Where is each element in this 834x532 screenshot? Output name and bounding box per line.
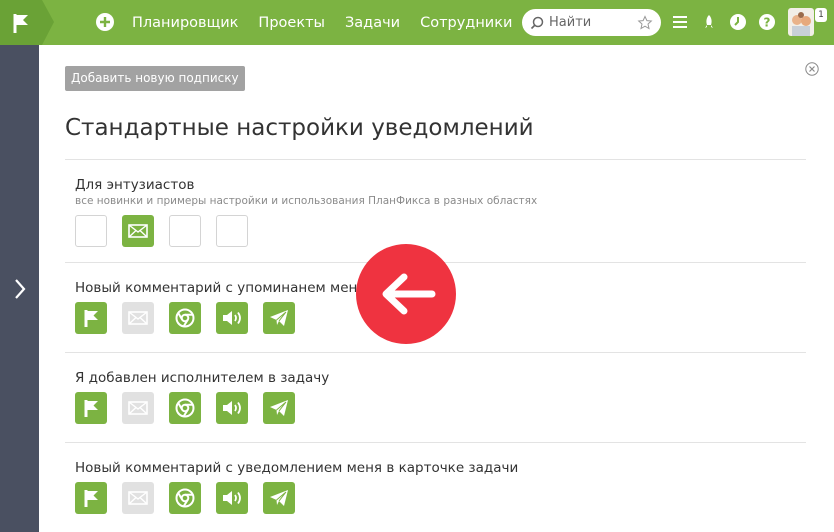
envelope-icon	[128, 401, 148, 415]
chrome-icon	[175, 398, 195, 418]
notification-badge: 1	[815, 8, 827, 22]
divider	[65, 352, 806, 353]
page-title: Стандартные настройки уведомлений	[65, 115, 534, 141]
menu-icon[interactable]	[671, 13, 689, 31]
speaker-icon	[223, 401, 241, 415]
divider	[65, 442, 806, 443]
speaker-icon	[223, 491, 241, 505]
envelope-icon	[128, 224, 148, 238]
section-title: Новый комментарий с упоминанем меня	[75, 280, 366, 296]
add-button[interactable]	[96, 13, 114, 31]
channel-email-toggle[interactable]	[122, 392, 154, 424]
search-box	[522, 9, 661, 36]
sidebar	[0, 45, 39, 532]
speaker-icon	[223, 311, 241, 325]
plus-icon	[100, 17, 110, 27]
chevron-right-icon	[15, 279, 26, 299]
svg-text:?: ?	[764, 16, 771, 30]
channel-browser-toggle[interactable]	[169, 302, 201, 334]
add-subscription-button[interactable]: Добавить новую подписку	[65, 66, 245, 91]
rocket-icon[interactable]	[700, 13, 718, 31]
logo-notch	[42, 0, 54, 45]
help-icon[interactable]: ?	[758, 13, 776, 31]
close-icon[interactable]	[805, 62, 819, 76]
channel-telegram-toggle[interactable]	[263, 392, 295, 424]
back-arrow-button[interactable]	[356, 244, 456, 344]
channel-sound-toggle[interactable]	[216, 215, 248, 247]
envelope-icon	[128, 491, 148, 505]
channel-email-toggle[interactable]	[122, 215, 154, 247]
channel-telegram-toggle[interactable]	[263, 302, 295, 334]
channel-planfix-toggle[interactable]	[75, 482, 107, 514]
planfix-logo[interactable]	[0, 0, 42, 45]
notification-settings-panel: Добавить новую подписку Стандартные наст…	[39, 45, 834, 532]
flag-icon	[84, 400, 98, 417]
section-title: Новый комментарий с уведомлением меня в …	[75, 460, 519, 476]
channel-browser-toggle[interactable]	[169, 215, 201, 247]
telegram-icon	[270, 310, 288, 326]
channel-planfix-toggle[interactable]	[75, 392, 107, 424]
flag-icon	[13, 13, 28, 33]
flag-icon	[84, 310, 98, 327]
section-title: Я добавлен исполнителем в задачу	[75, 370, 330, 386]
section-subtitle: все новинки и примеры настройки и исполь…	[75, 195, 538, 207]
channel-browser-toggle[interactable]	[169, 392, 201, 424]
channel-sound-toggle[interactable]	[216, 392, 248, 424]
search-icon	[530, 16, 544, 29]
expand-sidebar-button[interactable]	[10, 277, 30, 301]
chrome-icon	[175, 488, 195, 508]
star-icon[interactable]	[637, 14, 653, 31]
section-title: Для энтузиастов	[75, 177, 195, 193]
channel-planfix-toggle[interactable]	[75, 215, 107, 247]
channel-email-toggle[interactable]	[122, 302, 154, 334]
search-input[interactable]	[549, 15, 637, 30]
avatar[interactable]	[788, 8, 814, 36]
channel-sound-toggle[interactable]	[216, 482, 248, 514]
telegram-icon	[270, 400, 288, 416]
channel-email-toggle[interactable]	[122, 482, 154, 514]
envelope-icon	[128, 311, 148, 325]
nav-tasks[interactable]: Задачи	[345, 15, 400, 31]
timer-icon[interactable]	[729, 13, 747, 31]
channel-planfix-toggle[interactable]	[75, 302, 107, 334]
flag-icon	[84, 490, 98, 507]
telegram-icon	[270, 490, 288, 506]
channel-sound-toggle[interactable]	[216, 302, 248, 334]
chrome-icon	[175, 308, 195, 328]
main-nav: Планировщик Проекты Задачи Сотрудники	[132, 0, 532, 45]
arrow-left-icon	[382, 273, 436, 315]
channel-telegram-toggle[interactable]	[263, 482, 295, 514]
nav-projects[interactable]: Проекты	[258, 15, 325, 31]
nav-planner[interactable]: Планировщик	[132, 15, 238, 31]
channel-browser-toggle[interactable]	[169, 482, 201, 514]
nav-employees[interactable]: Сотрудники	[420, 15, 512, 31]
divider	[65, 159, 806, 160]
